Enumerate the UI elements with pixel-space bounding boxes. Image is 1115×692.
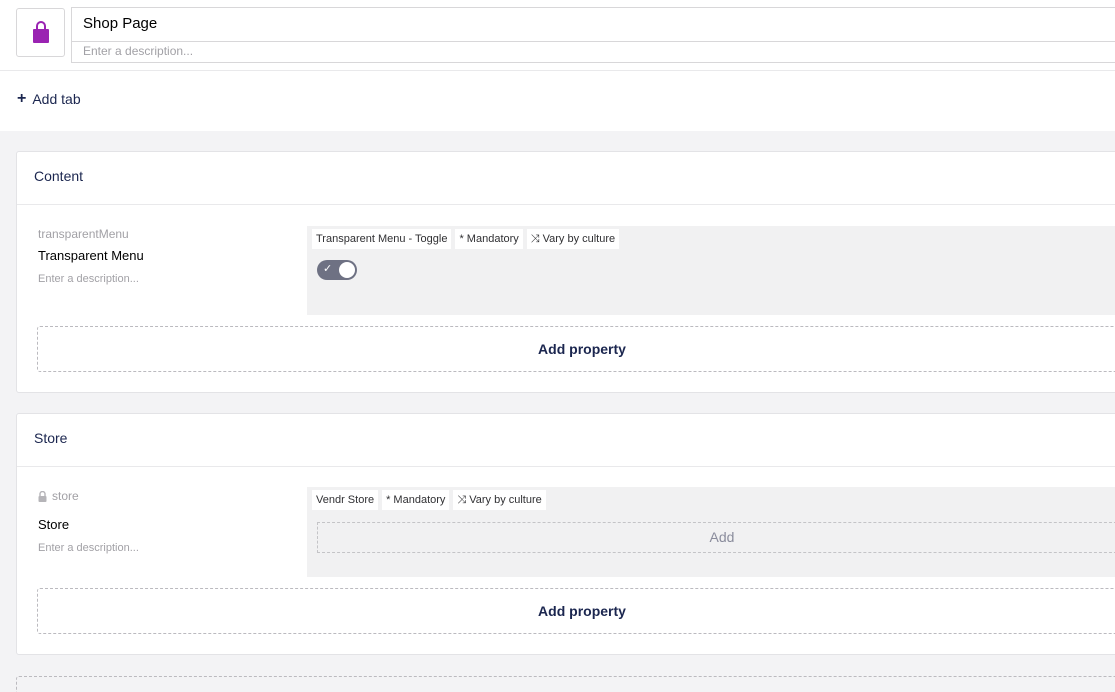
- group-title[interactable]: Store: [17, 414, 1115, 467]
- document-type-header: Shop Page Enter a description... + Add t…: [0, 0, 1115, 131]
- add-group-area[interactable]: [16, 676, 1115, 692]
- mandatory-tag: * Mandatory: [455, 229, 523, 249]
- group-title[interactable]: Content: [17, 152, 1115, 205]
- editor-tag: Transparent Menu - Toggle: [312, 229, 452, 249]
- add-tab-button[interactable]: + Add tab: [17, 90, 81, 108]
- property-description[interactable]: Enter a description...: [38, 273, 139, 285]
- property-label[interactable]: Store: [38, 517, 69, 532]
- description-input[interactable]: Enter a description...: [71, 41, 1115, 63]
- divider: [0, 70, 1115, 71]
- property-label[interactable]: Transparent Menu: [38, 248, 144, 263]
- check-icon: ✓: [323, 263, 333, 275]
- property-editor-preview[interactable]: Vendr Store * Mandatory ⤨ Vary by culture…: [307, 487, 1115, 577]
- property-editor-preview[interactable]: Transparent Menu - Toggle * Mandatory ⤨ V…: [307, 226, 1115, 315]
- add-property-button[interactable]: Add property: [37, 588, 1115, 634]
- add-store-button[interactable]: Add: [317, 522, 1115, 553]
- toggle-switch[interactable]: ✓: [317, 260, 357, 280]
- vary-by-culture-tag: ⤨ Vary by culture: [526, 229, 620, 249]
- lock-icon: [38, 490, 47, 502]
- group-content: Content transparentMenu Transparent Menu…: [16, 151, 1115, 393]
- vary-by-culture-tag: ⤨ Vary by culture: [453, 490, 546, 510]
- toggle-knob: [339, 262, 355, 278]
- bag-icon: [33, 21, 49, 43]
- property-description[interactable]: Enter a description...: [38, 542, 139, 554]
- document-icon-picker[interactable]: [16, 8, 65, 57]
- shuffle-icon: ⤨: [530, 233, 540, 245]
- plus-icon: +: [17, 90, 27, 107]
- group-store: Store store Store Enter a description...…: [16, 413, 1115, 655]
- shuffle-icon: ⤨: [457, 494, 467, 506]
- property-alias: store: [38, 489, 79, 503]
- add-tab-label: Add tab: [32, 91, 81, 107]
- add-property-button[interactable]: Add property: [37, 326, 1115, 372]
- property-alias: transparentMenu: [38, 227, 129, 241]
- mandatory-tag: * Mandatory: [382, 490, 450, 510]
- editor-tag: Vendr Store: [312, 490, 379, 510]
- name-input[interactable]: Shop Page: [71, 7, 1115, 41]
